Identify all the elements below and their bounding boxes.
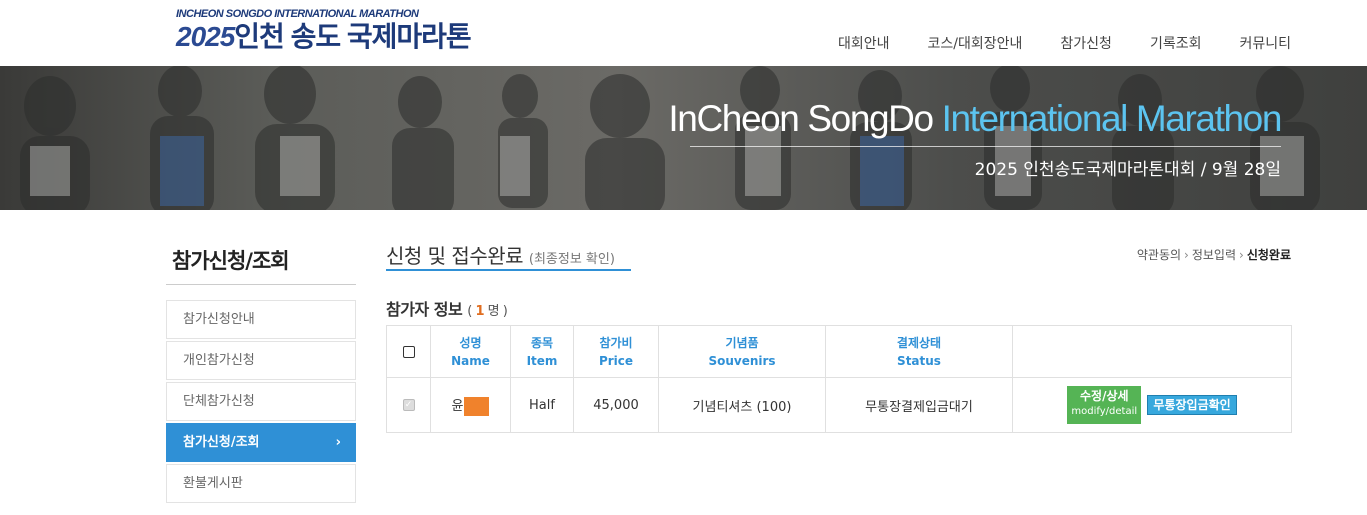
page-title-sub: (최종정보 확인) xyxy=(528,252,615,267)
deposit-confirm-button[interactable]: 무통장입금확인 xyxy=(1147,395,1237,415)
participant-table: 성명 Name 종목 Item 참가비 Price 기념품 Souvenirs 결제상태… xyxy=(386,325,1292,433)
count-open-paren: ( xyxy=(467,304,472,319)
sidebar-menu: 참가신청안내 개인참가신청 단체참가신청 참가신청/조회 › 환불게시판 xyxy=(166,300,356,505)
header-en: Name xyxy=(451,353,490,368)
count-unit: 명 ) xyxy=(487,304,508,319)
cell-status: 무통장결제입금대기 xyxy=(825,377,1013,433)
header-price: 참가비 Price xyxy=(573,325,659,378)
header-kr: 성명 xyxy=(459,335,482,350)
modify-label: 수정/상세 xyxy=(1080,389,1129,403)
sidebar-title: 참가신청/조회 xyxy=(172,249,290,273)
name-redaction xyxy=(464,396,490,416)
sidebar-item-label: 참가신청안내 xyxy=(183,312,255,327)
chevron-right-icon: › xyxy=(335,435,341,450)
nav-item-records[interactable]: 기록조회 xyxy=(1150,33,1202,53)
header-status: 결제상태 Status xyxy=(825,325,1013,378)
sidebar-item-lookup[interactable]: 참가신청/조회 › xyxy=(166,423,356,462)
banner-title-part1: InCheon SongDo xyxy=(668,98,942,139)
header-kr: 참가비 xyxy=(599,335,633,350)
participant-count: ( 1 명 ) xyxy=(467,304,508,319)
site-header: INCHEON SONGDO INTERNATIONAL MARATHON 20… xyxy=(0,0,1367,66)
hero-banner: InCheon SongDo International Marathon 20… xyxy=(0,66,1367,210)
breadcrumb-step-complete: 신청완료 xyxy=(1246,248,1291,262)
count-value: 1 xyxy=(475,304,485,319)
header-en: Status xyxy=(897,353,941,368)
banner-title: InCheon SongDo International Marathon xyxy=(668,98,1283,140)
sidebar-item-label: 환불게시판 xyxy=(183,476,243,491)
breadcrumb-step-terms: 약관동의 xyxy=(1136,248,1182,262)
header-en: Item xyxy=(526,353,558,368)
breadcrumb-step-info: 정보입력 xyxy=(1191,248,1237,262)
modify-detail-button[interactable]: 수정/상세 modify/detail xyxy=(1067,386,1142,424)
header-kr: 결제상태 xyxy=(896,335,942,350)
cell-actions: 수정/상세 modify/detail 무통장입금확인 xyxy=(1012,377,1292,433)
sidebar-divider xyxy=(166,284,356,285)
header-kr: 종목 xyxy=(530,335,554,350)
nav-item-apply[interactable]: 참가신청 xyxy=(1060,33,1112,53)
header-en: Price xyxy=(598,353,634,368)
breadcrumb-separator: › xyxy=(1184,248,1189,262)
logo-korean-text: 2025인천 송도 국제마라톤 xyxy=(176,20,472,54)
banner-divider xyxy=(690,146,1281,147)
logo-year: 2025 xyxy=(176,21,235,52)
logo-title: 인천 송도 국제마라톤 xyxy=(234,21,471,52)
header-name: 성명 Name xyxy=(430,325,511,378)
header-kr: 기념품 xyxy=(725,335,759,350)
header-souvenirs: 기념품 Souvenirs xyxy=(658,325,826,378)
sidebar-item-label: 개인참가신청 xyxy=(183,353,255,368)
sidebar-item-label: 참가신청/조회 xyxy=(183,435,260,450)
page-title: 신청 및 접수완료 (최종정보 확인) xyxy=(386,240,615,269)
participant-section-title: 참가자 정보 ( 1 명 ) xyxy=(386,296,508,320)
select-all-checkbox[interactable] xyxy=(402,346,415,358)
nav-item-course[interactable]: 코스/대회장안내 xyxy=(928,33,1023,53)
page-title-text: 신청 및 접수완료 xyxy=(386,244,524,268)
sidebar-item-refund[interactable]: 환불게시판 xyxy=(166,464,356,503)
page-title-underline xyxy=(386,269,631,271)
banner-title-part2: International Marathon xyxy=(941,98,1283,139)
select-all-cell xyxy=(386,325,431,378)
header-item: 종목 Item xyxy=(510,325,574,378)
modify-sublabel: modify/detail xyxy=(1071,406,1138,417)
table-row: ✓ 윤 Half 45,000 기념티셔츠 (100) 무통장결제입금대기 수정… xyxy=(386,377,1292,433)
header-actions xyxy=(1012,325,1292,378)
cell-name: 윤 xyxy=(430,377,511,433)
main-nav: 대회안내 코스/대회장안내 참가신청 기록조회 커뮤니티 xyxy=(800,33,1291,53)
breadcrumb-separator: › xyxy=(1239,248,1244,262)
cell-price: 45,000 xyxy=(573,377,659,433)
sidebar-item-guide[interactable]: 참가신청안내 xyxy=(166,300,356,339)
logo-english-text: INCHEON SONGDO INTERNATIONAL MARATHON xyxy=(176,8,419,20)
breadcrumb: 약관동의 › 정보입력 › 신청완료 xyxy=(1137,246,1291,263)
sidebar-item-individual[interactable]: 개인참가신청 xyxy=(166,341,356,380)
header-en: Souvenirs xyxy=(708,353,776,368)
site-logo[interactable]: INCHEON SONGDO INTERNATIONAL MARATHON 20… xyxy=(176,8,472,54)
row-checkbox: ✓ xyxy=(402,399,415,411)
row-select-cell: ✓ xyxy=(386,377,431,433)
banner-subtitle: 2025 인천송도국제마라톤대회 / 9월 28일 xyxy=(974,160,1281,180)
sidebar-item-label: 단체참가신청 xyxy=(183,394,255,409)
nav-item-community[interactable]: 커뮤니티 xyxy=(1239,33,1291,53)
cell-item: Half xyxy=(510,377,574,433)
sidebar-item-group[interactable]: 단체참가신청 xyxy=(166,382,356,421)
table-header-row: 성명 Name 종목 Item 참가비 Price 기념품 Souvenirs 결제상태… xyxy=(386,325,1292,378)
cell-souvenir: 기념티셔츠 (100) xyxy=(658,377,826,433)
participant-name: 윤 xyxy=(451,398,464,414)
nav-item-about[interactable]: 대회안내 xyxy=(838,33,890,53)
section-title-text: 참가자 정보 xyxy=(386,300,463,319)
